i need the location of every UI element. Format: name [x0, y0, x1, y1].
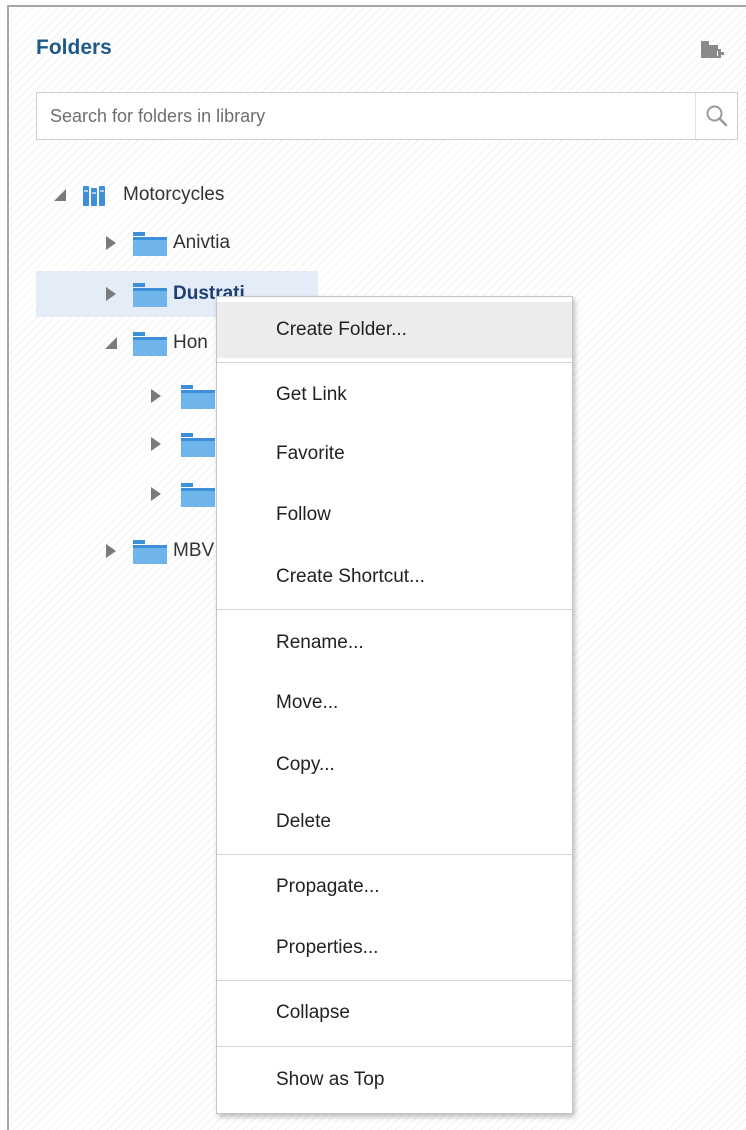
menu-item-follow[interactable]: Follow	[217, 487, 572, 543]
menu-item-create-shortcut[interactable]: Create Shortcut...	[217, 549, 572, 605]
collapsed-twisty-icon[interactable]	[105, 236, 117, 250]
collapsed-twisty-icon[interactable]	[105, 287, 117, 301]
tree-root-motorcycles[interactable]: Motorcycles	[36, 172, 326, 218]
folder-icon	[133, 540, 167, 564]
menu-item-show-as-top[interactable]: Show as Top	[217, 1052, 572, 1108]
menu-item-get-link[interactable]: Get Link	[217, 367, 572, 423]
tree-item-label: MBV	[173, 540, 215, 561]
tree-item-anivtia[interactable]: Anivtia	[36, 220, 326, 266]
expanded-twisty-icon[interactable]	[105, 336, 117, 350]
menu-separator	[217, 362, 572, 363]
collapsed-twisty-icon[interactable]	[105, 544, 117, 558]
search-input[interactable]	[37, 93, 695, 139]
menu-item-favorite[interactable]: Favorite	[217, 426, 572, 482]
menu-item-propagate[interactable]: Propagate...	[217, 859, 572, 915]
menu-item-create-folder[interactable]: Create Folder...	[217, 302, 572, 358]
menu-separator	[217, 854, 572, 855]
menu-item-collapse[interactable]: Collapse	[217, 985, 572, 1041]
new-folder-button[interactable]	[700, 39, 726, 61]
folder-icon	[181, 433, 215, 457]
menu-separator	[217, 980, 572, 981]
collapsed-twisty-icon[interactable]	[150, 437, 162, 451]
context-menu: Create Folder... Get Link Favorite Follo…	[216, 296, 573, 1114]
collapsed-twisty-icon[interactable]	[150, 487, 162, 501]
library-icon	[83, 186, 105, 206]
tree-item-label: Hon	[173, 332, 208, 353]
tree-root-label: Motorcycles	[123, 184, 225, 205]
folder-icon	[181, 483, 215, 507]
expanded-twisty-icon[interactable]	[54, 188, 66, 202]
collapsed-twisty-icon[interactable]	[150, 389, 162, 403]
search-box	[36, 92, 738, 140]
search-icon	[706, 105, 727, 127]
menu-item-delete[interactable]: Delete	[217, 794, 572, 850]
menu-separator	[217, 1046, 572, 1047]
menu-separator	[217, 609, 572, 610]
menu-item-move[interactable]: Move...	[217, 675, 572, 731]
search-button[interactable]	[695, 93, 737, 139]
folder-icon	[133, 283, 167, 307]
tree-item-label: Anivtia	[173, 232, 231, 253]
panel-title: Folders	[36, 36, 112, 59]
menu-item-copy[interactable]: Copy...	[217, 737, 572, 793]
folder-icon	[133, 332, 167, 356]
menu-item-properties[interactable]: Properties...	[217, 920, 572, 976]
folder-icon	[133, 232, 167, 256]
menu-item-rename[interactable]: Rename...	[217, 615, 572, 671]
folder-icon	[181, 385, 215, 409]
new-folder-icon	[701, 41, 724, 58]
